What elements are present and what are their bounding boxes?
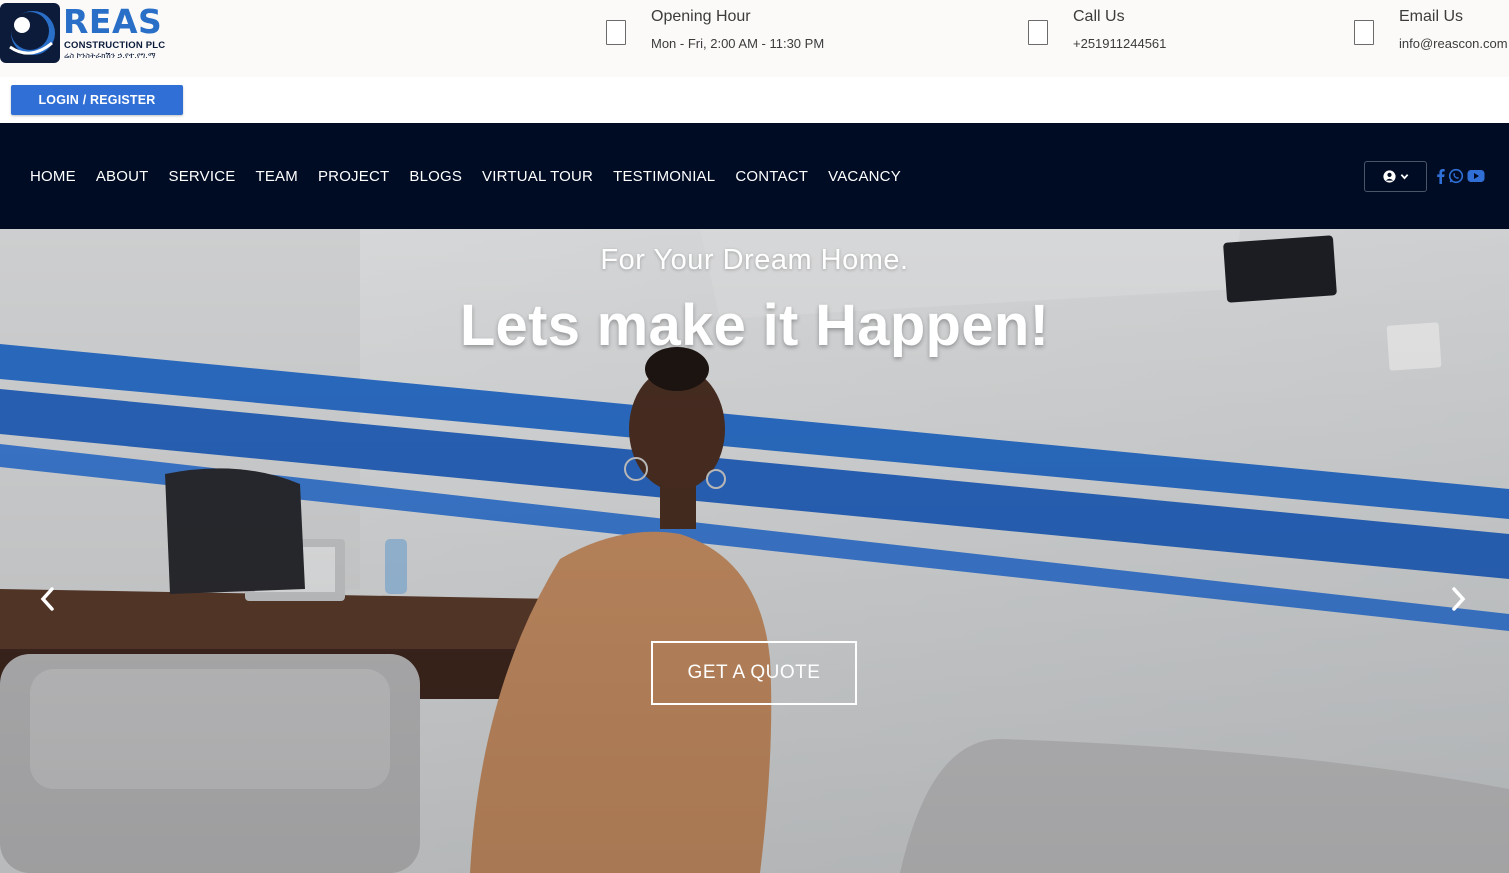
whatsapp-icon[interactable] [1448, 168, 1464, 184]
main-navigation: HOME ABOUT SERVICE TEAM PROJECT BLOGS VI… [0, 123, 1509, 229]
chevron-right-icon[interactable] [1448, 586, 1468, 612]
social-links [1436, 166, 1485, 186]
phone-icon [1028, 20, 1048, 45]
email-us-value[interactable]: info@reascon.com [1399, 36, 1508, 51]
hero-title: Lets make it Happen! [459, 293, 1050, 358]
opening-hour-value: Mon - Fri, 2:00 AM - 11:30 PM [651, 36, 825, 51]
email-us-title: Email Us [1399, 8, 1464, 25]
nav-item-contact[interactable]: CONTACT [725, 168, 818, 185]
nav-item-project[interactable]: PROJECT [308, 168, 399, 185]
user-dropdown[interactable] [1364, 161, 1427, 192]
nav-item-team[interactable]: TEAM [245, 168, 307, 185]
brand-subtitle: CONSTRUCTION PLC [64, 40, 166, 51]
call-us-title: Call Us [1073, 8, 1125, 25]
chevron-left-icon[interactable] [38, 586, 58, 612]
nav-menu: HOME ABOUT SERVICE TEAM PROJECT BLOGS VI… [20, 123, 911, 229]
get-a-quote-button[interactable]: GET A QUOTE [651, 641, 857, 705]
nav-item-home[interactable]: HOME [20, 168, 86, 185]
call-us-value[interactable]: +251911244561 [1073, 36, 1166, 51]
nav-item-vacancy[interactable]: VACANCY [818, 168, 911, 185]
nav-item-blogs[interactable]: BLOGS [399, 168, 472, 185]
login-register-button[interactable]: LOGIN / REGISTER [11, 85, 183, 115]
youtube-icon[interactable] [1467, 169, 1485, 183]
clock-icon [606, 20, 626, 45]
hero-subtitle: For Your Dream Home. [600, 244, 909, 276]
nav-item-virtual-tour[interactable]: VIRTUAL TOUR [472, 168, 603, 185]
brand-logo[interactable]: REAS CONSTRUCTION PLC ሬስ ኮንስትራክሽን ኃ.የተ.የ… [0, 3, 172, 63]
opening-hour-title: Opening Hour [651, 8, 751, 25]
brand-amharic: ሬስ ኮንስትራክሽን ኃ.የተ.የግ.ማ [64, 51, 156, 60]
nav-item-testimonial[interactable]: TESTIMONIAL [603, 168, 725, 185]
logo-mark-icon [0, 3, 60, 63]
top-info-bar: REAS CONSTRUCTION PLC ሬስ ኮንስትራክሽን ኃ.የተ.የ… [0, 0, 1509, 77]
user-circle-icon [1382, 170, 1396, 183]
nav-item-service[interactable]: SERVICE [159, 168, 246, 185]
nav-item-about[interactable]: ABOUT [86, 168, 159, 185]
chevron-down-icon [1400, 174, 1408, 180]
brand-name: REAS [63, 2, 163, 41]
hero-slider: For Your Dream Home. Lets make it Happen… [0, 229, 1509, 873]
facebook-icon[interactable] [1436, 168, 1445, 184]
envelope-icon [1354, 20, 1374, 45]
